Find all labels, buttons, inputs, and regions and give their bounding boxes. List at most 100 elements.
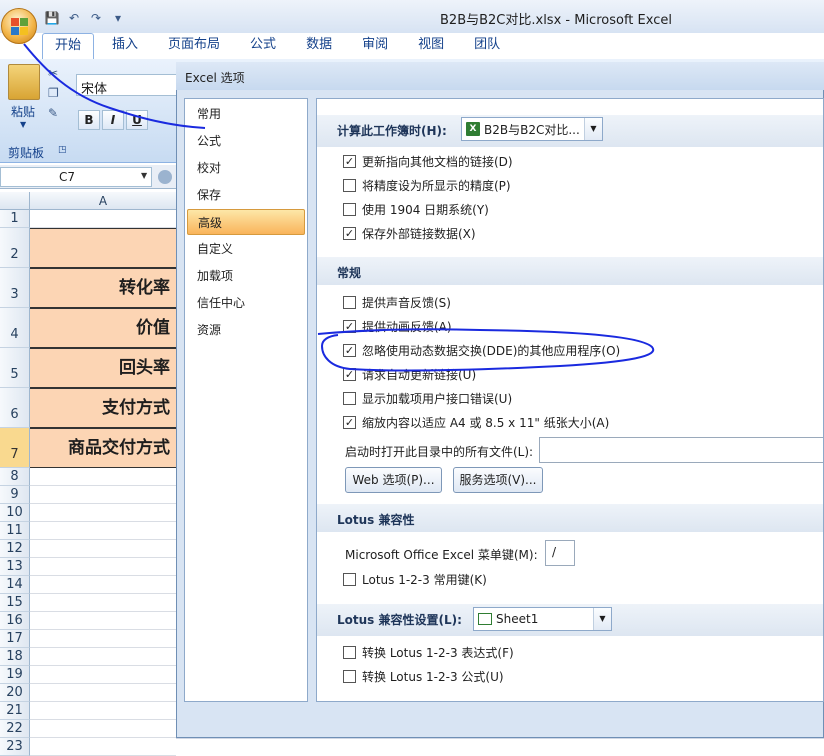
paste-dropdown-icon[interactable]: ▼: [20, 120, 26, 129]
name-box[interactable]: C7: [0, 167, 152, 187]
row-header[interactable]: 7: [0, 428, 30, 468]
underline-button[interactable]: U: [126, 110, 148, 130]
save-icon[interactable]: 💾: [44, 10, 60, 26]
row-header[interactable]: 19: [0, 666, 30, 684]
ribbon-tab[interactable]: 插入: [100, 33, 150, 59]
name-box-dropdown-icon[interactable]: ▼: [141, 171, 147, 180]
nav-item[interactable]: 加载项: [185, 263, 307, 289]
select-all-corner[interactable]: [0, 192, 30, 210]
nav-item[interactable]: 公式: [185, 128, 307, 154]
checkbox-unchecked-icon[interactable]: [343, 202, 356, 216]
checkbox-checked-icon[interactable]: ✓: [343, 154, 356, 168]
row-header[interactable]: 18: [0, 648, 30, 666]
row-header[interactable]: 14: [0, 576, 30, 594]
row-header[interactable]: 15: [0, 594, 30, 612]
table-cell[interactable]: [30, 486, 176, 504]
checkbox-checked-icon[interactable]: ✓: [343, 343, 356, 357]
ribbon-tab[interactable]: 开始: [42, 33, 95, 59]
row-header[interactable]: 16: [0, 612, 30, 630]
column-header-a[interactable]: A: [30, 192, 176, 210]
table-cell[interactable]: [30, 648, 176, 666]
row-header[interactable]: 4: [0, 308, 30, 348]
format-painter-icon[interactable]: ✎: [48, 106, 66, 120]
checkbox-option[interactable]: 使用 1904 日期系统(Y): [343, 199, 489, 219]
row-header[interactable]: 6: [0, 388, 30, 428]
row-header[interactable]: 13: [0, 558, 30, 576]
checkbox-unchecked-icon[interactable]: [343, 391, 356, 405]
row-header[interactable]: 12: [0, 540, 30, 558]
checkbox-option[interactable]: 转换 Lotus 1-2-3 表达式(F): [343, 642, 514, 662]
copy-icon[interactable]: ❐: [48, 86, 66, 100]
checkbox-option[interactable]: 转换 Lotus 1-2-3 公式(U): [343, 666, 504, 686]
row-header[interactable]: 23: [0, 738, 30, 756]
table-cell[interactable]: [30, 630, 176, 648]
table-cell[interactable]: 支付方式: [30, 388, 176, 428]
ribbon-tab[interactable]: 视图: [406, 33, 456, 59]
ribbon-tab[interactable]: 数据: [294, 33, 344, 59]
checkbox-checked-icon[interactable]: ✓: [343, 226, 356, 240]
nav-item[interactable]: 高级: [187, 209, 305, 235]
checkbox-option[interactable]: ✓ 更新指向其他文档的链接(D): [343, 151, 513, 171]
checkbox-unchecked-icon[interactable]: [343, 178, 356, 192]
web-options-button[interactable]: Web 选项(P)...: [345, 467, 442, 493]
checkbox-unchecked-icon[interactable]: [343, 645, 356, 659]
table-cell[interactable]: [30, 522, 176, 540]
font-name-box[interactable]: 宋体: [76, 74, 178, 97]
checkbox-option[interactable]: 显示加载项用户接口错误(U): [343, 388, 512, 408]
undo-icon[interactable]: ↶: [66, 10, 82, 26]
lotus-sheet-select[interactable]: Sheet1 ▼: [473, 607, 612, 631]
table-cell[interactable]: [30, 738, 176, 756]
checkbox-unchecked-icon[interactable]: [343, 669, 356, 683]
table-cell[interactable]: [30, 666, 176, 684]
table-cell[interactable]: [30, 540, 176, 558]
service-options-button[interactable]: 服务选项(V)...: [453, 467, 543, 493]
table-cell[interactable]: [30, 684, 176, 702]
redo-icon[interactable]: ↷: [88, 10, 104, 26]
checkbox-option[interactable]: ✓ 保存外部链接数据(X): [343, 223, 476, 243]
table-cell[interactable]: [30, 702, 176, 720]
workbook-select[interactable]: X B2B与B2C对比... ▼: [461, 117, 603, 141]
cut-icon[interactable]: ✂: [48, 66, 66, 80]
ribbon-tab[interactable]: 页面布局: [156, 33, 232, 59]
italic-button[interactable]: I: [102, 110, 124, 130]
table-cell[interactable]: [30, 228, 176, 268]
startup-folder-input[interactable]: [539, 437, 823, 463]
table-cell[interactable]: [30, 504, 176, 522]
row-header[interactable]: 21: [0, 702, 30, 720]
dialog-launcher-icon[interactable]: ◳: [58, 145, 67, 155]
row-header[interactable]: 17: [0, 630, 30, 648]
checkbox-option[interactable]: ✓ 请求自动更新链接(U): [343, 364, 476, 384]
checkbox-option[interactable]: Lotus 1-2-3 常用键(K): [343, 569, 487, 589]
row-header[interactable]: 20: [0, 684, 30, 702]
row-header[interactable]: 2: [0, 228, 30, 268]
checkbox-option[interactable]: ✓ 缩放内容以适应 A4 或 8.5 x 11" 纸张大小(A): [343, 412, 609, 432]
customize-qat-icon[interactable]: ▾: [110, 10, 126, 26]
nav-item[interactable]: 保存: [185, 182, 307, 208]
office-button[interactable]: [1, 8, 37, 44]
paste-button-label[interactable]: 粘贴: [11, 103, 35, 120]
row-header[interactable]: 11: [0, 522, 30, 540]
checkbox-checked-icon[interactable]: ✓: [343, 367, 356, 381]
row-header[interactable]: 9: [0, 486, 30, 504]
table-cell[interactable]: 回头率: [30, 348, 176, 388]
row-header[interactable]: 22: [0, 720, 30, 738]
bold-button[interactable]: B: [78, 110, 100, 130]
checkbox-option[interactable]: 将精度设为所显示的精度(P): [343, 175, 511, 195]
checkbox-unchecked-icon[interactable]: [343, 295, 356, 309]
row-header[interactable]: 1: [0, 210, 30, 228]
table-cell[interactable]: [30, 210, 176, 228]
table-cell[interactable]: [30, 558, 176, 576]
nav-item[interactable]: 校对: [185, 155, 307, 181]
checkbox-option[interactable]: ✓ 提供动画反馈(A): [343, 316, 452, 336]
nav-item[interactable]: 自定义: [185, 236, 307, 262]
table-cell[interactable]: [30, 720, 176, 738]
menu-key-input[interactable]: /: [545, 540, 575, 566]
nav-item[interactable]: 常用: [185, 101, 307, 127]
ribbon-tab[interactable]: 审阅: [350, 33, 400, 59]
row-header[interactable]: 5: [0, 348, 30, 388]
formula-expand-icon[interactable]: [158, 170, 172, 184]
table-cell[interactable]: [30, 594, 176, 612]
nav-item[interactable]: 信任中心: [185, 290, 307, 316]
ribbon-tab[interactable]: 团队: [462, 33, 512, 59]
table-cell[interactable]: [30, 576, 176, 594]
